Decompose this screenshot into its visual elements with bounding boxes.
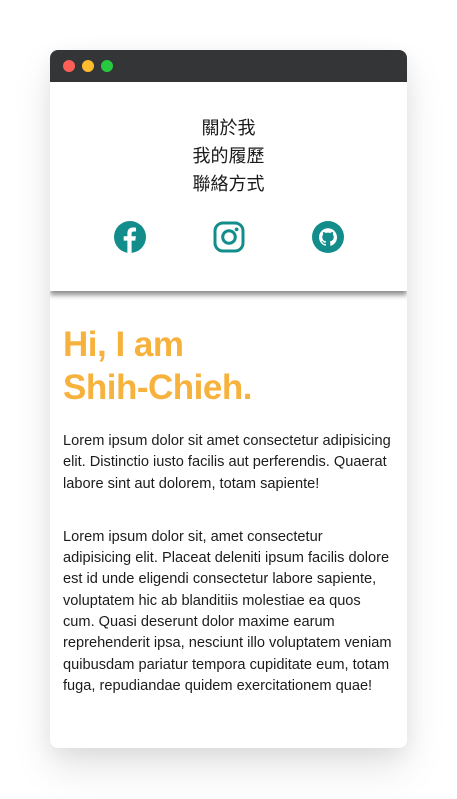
browser-window: 關於我 我的履歷 聯絡方式 Hi, I am Shih-Chieh. Lorem… [50,50,407,748]
main-nav: 關於我 我的履歷 聯絡方式 [50,82,407,198]
social-links [113,221,344,253]
hero-line-greeting: Hi, I am [63,325,184,364]
bio-paragraph: Lorem ipsum dolor sit, amet consectetur … [63,528,392,694]
instagram-icon[interactable] [213,221,245,253]
hero-heading: Hi, I am Shih-Chieh. [63,323,393,409]
intro-paragraph: Lorem ipsum dolor sit amet consectetur a… [63,433,391,492]
minimize-window-button[interactable] [82,60,94,72]
facebook-icon[interactable] [113,221,146,253]
window-titlebar [50,50,407,82]
main-content: Hi, I am Shih-Chieh. Lorem ipsum dolor s… [50,291,407,697]
nav-item-resume[interactable]: 我的履歷 [50,142,407,170]
github-icon[interactable] [311,221,344,253]
hero-line-name: Shih-Chieh. [63,368,252,407]
close-window-button[interactable] [63,60,75,72]
maximize-window-button[interactable] [101,60,113,72]
nav-item-about[interactable]: 關於我 [50,114,407,142]
site-header: 關於我 我的履歷 聯絡方式 [50,82,407,291]
nav-item-contact[interactable]: 聯絡方式 [50,170,407,198]
